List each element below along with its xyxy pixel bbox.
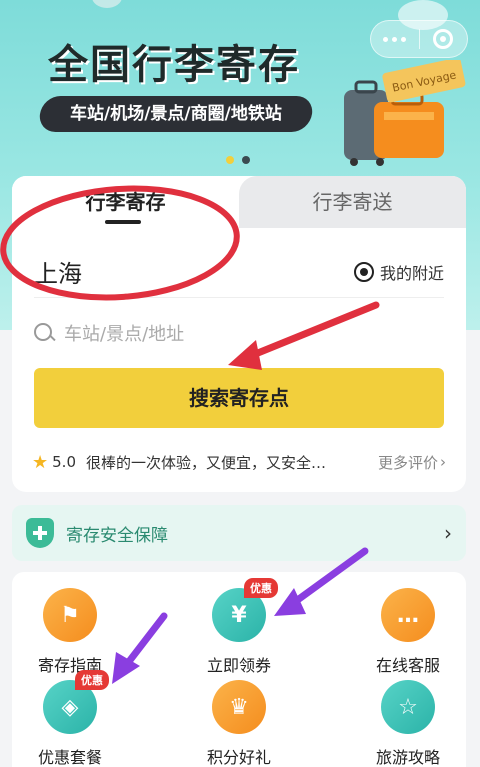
banner-title: 全国行李寄存 xyxy=(48,42,300,88)
city-selector[interactable]: 上海 xyxy=(34,254,82,289)
chevron-right-icon: › xyxy=(444,521,452,545)
grid-item-label: 优惠套餐 xyxy=(37,748,102,767)
grid-item-package[interactable]: ◈ 优惠 优惠套餐 xyxy=(10,670,130,767)
banner-subtitle: 车站/机场/景点/商圈/地铁站 xyxy=(37,96,315,132)
rating-row[interactable]: ★ 5.0 很棒的一次体验，又便宜，又安全… 更多评价 › xyxy=(32,450,446,474)
more-reviews-label: 更多评价 xyxy=(377,453,438,472)
service-tabs: 行李寄存 行李寄送 xyxy=(12,176,466,228)
chevron-right-icon: › xyxy=(440,453,446,471)
search-storage-button[interactable]: 搜索寄存点 xyxy=(34,368,444,428)
suitcase-illustration: Bon Voyage xyxy=(344,60,466,166)
grid-item-support[interactable]: … 在线客服 xyxy=(348,588,468,676)
grid-item-travel-guide[interactable]: ☆ 旅游攻略 xyxy=(348,680,468,767)
more-dots-icon[interactable] xyxy=(371,36,419,42)
nearby-label: 我的附近 xyxy=(379,263,444,283)
tag-icon: ◈ 优惠 xyxy=(43,670,109,734)
safety-label: 寄存安全保障 xyxy=(66,525,168,546)
feature-grid: ⚑ 寄存指南 ¥ 优惠 立即领券 … 在线客服 ◈ 优惠 优惠套餐 ♛ 积分好礼… xyxy=(12,572,466,767)
grid-item-label: 立即领券 xyxy=(206,656,271,675)
shield-icon xyxy=(26,518,54,548)
book-icon: ☆ xyxy=(381,680,435,734)
search-icon xyxy=(34,323,56,345)
search-row xyxy=(34,314,444,354)
discount-badge: 优惠 xyxy=(244,578,278,598)
crown-icon: ♛ xyxy=(212,680,266,734)
carousel-dot xyxy=(242,156,250,164)
carousel-dot-active xyxy=(226,156,234,164)
carousel-dots xyxy=(226,156,250,164)
coupon-icon: ¥ 优惠 xyxy=(212,578,278,642)
grid-item-label: 积分好礼 xyxy=(206,748,271,767)
grid-item-label: 寄存指南 xyxy=(37,656,102,675)
grid-item-label: 旅游攻略 xyxy=(375,748,440,767)
mini-program-capsule[interactable] xyxy=(370,20,468,58)
discount-badge: 优惠 xyxy=(75,670,109,690)
chat-icon: … xyxy=(381,588,435,642)
safety-guarantee-bar[interactable]: 寄存安全保障 › xyxy=(12,505,466,561)
parachute-decoration xyxy=(92,0,122,8)
review-snippet: 很棒的一次体验，又便宜，又安全… xyxy=(86,453,327,472)
tab-active-indicator xyxy=(105,220,141,224)
location-row: 上海 我的附近 xyxy=(34,246,444,298)
target-icon[interactable] xyxy=(420,29,468,49)
storage-search-card: 行李寄存 行李寄送 上海 我的附近 搜索寄存点 ★ 5.0 很棒的一次体验，又便… xyxy=(12,176,466,492)
locate-icon xyxy=(353,261,374,282)
grid-item-coupon[interactable]: ¥ 优惠 立即领券 xyxy=(179,578,299,676)
search-input[interactable] xyxy=(64,323,424,345)
rating-score: 5.0 xyxy=(52,453,76,471)
signpost-icon: ⚑ xyxy=(43,588,97,642)
suitcase-sticker-text: Bon Voyage xyxy=(391,68,458,94)
tab-luggage-delivery[interactable]: 行李寄送 xyxy=(239,176,466,228)
grid-item-points[interactable]: ♛ 积分好礼 xyxy=(179,680,299,767)
grid-item-label: 在线客服 xyxy=(375,656,440,675)
more-reviews-link[interactable]: 更多评价 › xyxy=(378,452,446,473)
grid-item-guide[interactable]: ⚑ 寄存指南 xyxy=(10,588,130,676)
nearby-button[interactable]: 我的附近 xyxy=(353,260,444,284)
star-icon: ★ xyxy=(32,451,49,473)
